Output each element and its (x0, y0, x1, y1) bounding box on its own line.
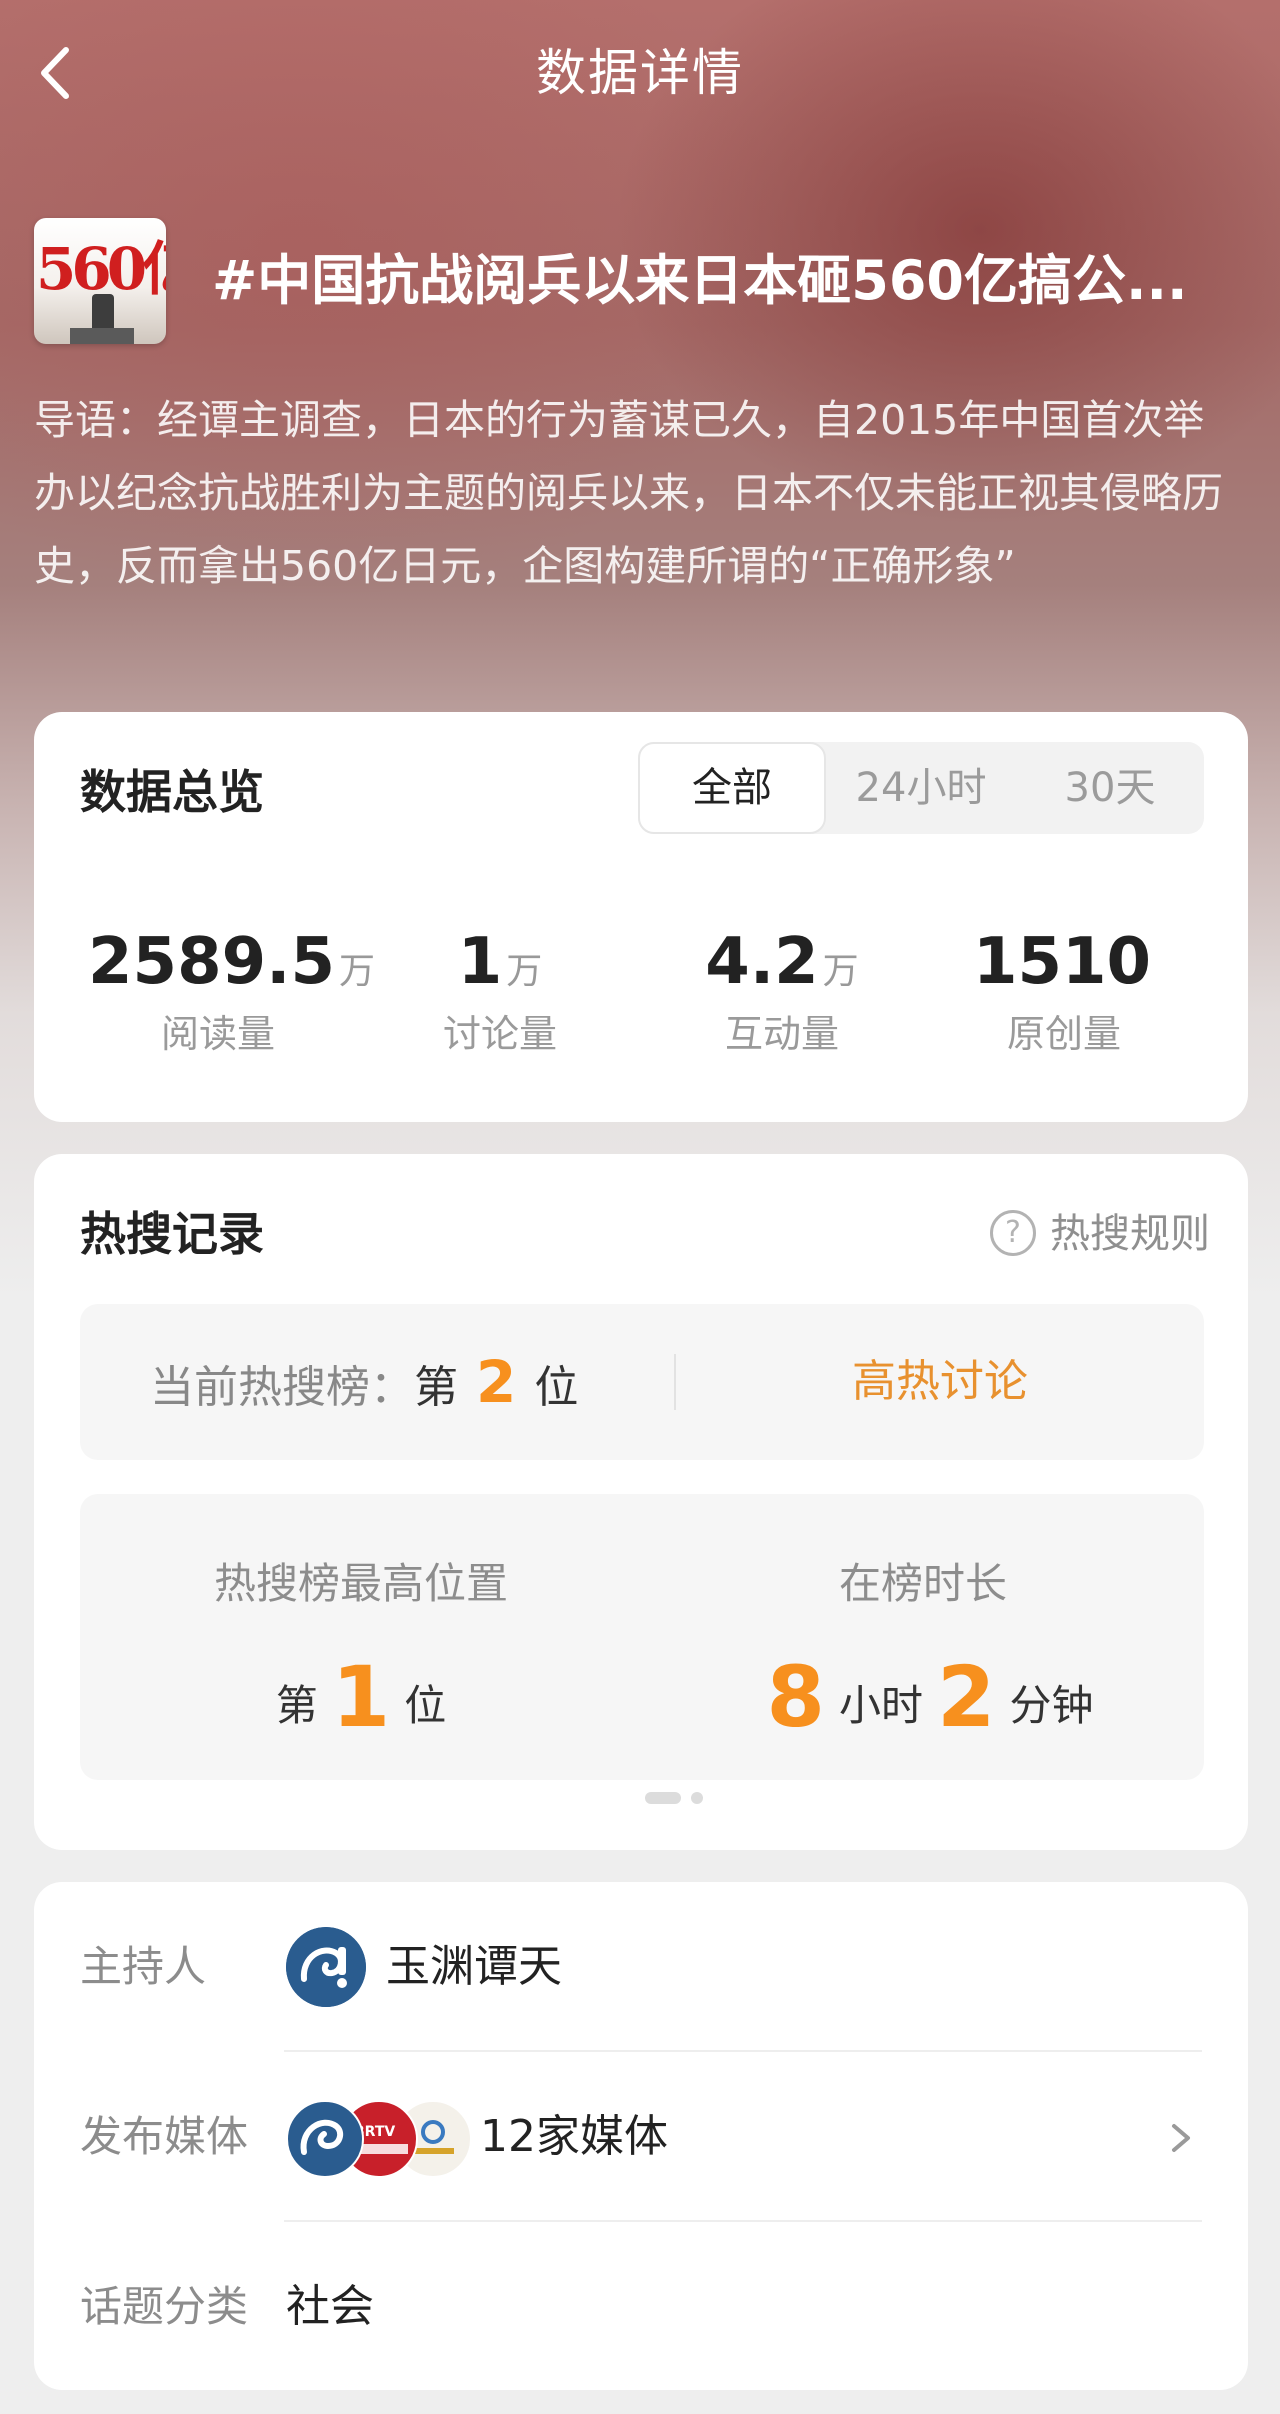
stat-value: 4.2 (705, 925, 819, 999)
hot-search-card: 热搜记录 ? 热搜规则 当前热搜榜：第 2 位 高热讨论 热搜榜最高位置 第1位 在榜… (34, 1154, 1248, 1850)
tab-24h[interactable]: 24小时 (826, 742, 1016, 834)
stat-value: 2589.5 (88, 925, 335, 999)
page-indicator (609, 1792, 703, 1806)
monument-base (70, 328, 134, 344)
duration-hours-unit: 小时 (838, 1681, 923, 1730)
current-rank-prefix: 当前热搜榜： (150, 1362, 414, 1413)
current-rank-wei: 位 (534, 1362, 579, 1413)
media-row[interactable]: 发布媒体 BRTV 12家媒体 (34, 2052, 1248, 2222)
nav-bar: 数据详情 (0, 0, 1280, 150)
tab-all[interactable]: 全部 (638, 742, 826, 834)
best-wei: 位 (404, 1681, 447, 1730)
overview-title: 数据总览 (80, 765, 264, 819)
hot-search-title: 热搜记录 (80, 1207, 264, 1261)
question-circle-icon: ? (990, 1210, 1036, 1256)
category-value: 社会 (286, 2281, 374, 2332)
rules-label: 热搜规则 (1050, 1211, 1210, 1257)
stat-originals: 1510 原创量 (934, 922, 1194, 1062)
duration-hours: 8 (766, 1648, 825, 1746)
media-label: 发布媒体 (80, 2112, 249, 2161)
best-di: 第 (275, 1681, 318, 1730)
on-list-duration: 在榜时长 8 小时 2 分钟 (642, 1554, 1204, 1742)
stat-unit: 万 (822, 951, 859, 992)
best-rank-number: 1 (331, 1648, 391, 1746)
duration-label: 在榜时长 (838, 1559, 1007, 1608)
topic-info-card: 主持人 玉渊谭天 发布媒体 BRTV 12家媒体 话题分类 社会 (34, 1882, 1248, 2390)
peak-stats-box[interactable]: 热搜榜最高位置 第1位 在榜时长 8 小时 2 分钟 (80, 1494, 1204, 1780)
duration-minutes-unit: 分钟 (1009, 1681, 1094, 1730)
current-rank: 当前热搜榜：第 2 位 (150, 1304, 578, 1460)
stat-label: 阅读量 (160, 1012, 275, 1056)
best-position-label: 热搜榜最高位置 (213, 1559, 508, 1608)
host-row[interactable]: 主持人 玉渊谭天 (34, 1882, 1248, 2052)
category-label: 话题分类 (80, 2282, 249, 2331)
page-title: 数据详情 (536, 44, 744, 102)
hot-search-rules-link[interactable]: ? 热搜规则 (990, 1204, 1210, 1264)
stat-value: 1 (457, 925, 503, 999)
stat-value: 1510 (972, 925, 1152, 999)
topic-thumbnail: 560亿 (34, 218, 166, 344)
best-position: 热搜榜最高位置 第1位 (80, 1554, 642, 1742)
topic-intro: 导语：经谭主调查，日本的行为蓄谋已久，自2015年中国首次举办以纪念抗战胜利为主… (34, 396, 1223, 590)
host-name: 玉渊谭天 (386, 1941, 562, 1992)
stat-discussions: 1万 讨论量 (370, 922, 630, 1062)
page-dot-active (645, 1792, 681, 1804)
media-icons: BRTV (286, 2100, 472, 2178)
current-rank-box: 当前热搜榜：第 2 位 高热讨论 (80, 1304, 1204, 1460)
topic-title: #中国抗战阅兵以来日本砸560亿搞公... (212, 249, 1188, 312)
host-label: 主持人 (80, 1942, 207, 1991)
media-count: 12家媒体 (480, 2111, 668, 2162)
topic-header: 560亿 #中国抗战阅兵以来日本砸560亿搞公... (34, 218, 1254, 348)
category-row: 话题分类 社会 (34, 2222, 1248, 2392)
stat-unit: 万 (506, 951, 543, 992)
stat-reads: 2589.5 万 阅读量 (88, 922, 375, 1062)
media-logo-1-icon (286, 2100, 364, 2178)
chevron-right-icon[interactable] (1162, 2108, 1202, 2168)
host-avatar (286, 1927, 366, 2007)
time-range-segmented-control: 全部 24小时 30天 (638, 742, 1204, 834)
stat-label: 讨论量 (442, 1012, 557, 1056)
page-dot (691, 1792, 703, 1804)
stat-interactions: 4.2 万 互动量 (652, 922, 912, 1062)
stat-label: 互动量 (724, 1012, 839, 1056)
hot-discussion-tag: 高热讨论 (852, 1356, 1028, 1407)
data-overview-card: 数据总览 全部 24小时 30天 2589.5 万 阅读量 1万 讨论量 4.2 万… (34, 712, 1248, 1122)
stat-label: 原创量 (1006, 1012, 1121, 1056)
tab-30d[interactable]: 30天 (1016, 742, 1204, 834)
current-rank-number: 2 (476, 1348, 517, 1416)
current-rank-di: 第 (414, 1362, 458, 1413)
host-logo-icon (286, 1927, 366, 2007)
duration-minutes: 2 (937, 1648, 996, 1746)
